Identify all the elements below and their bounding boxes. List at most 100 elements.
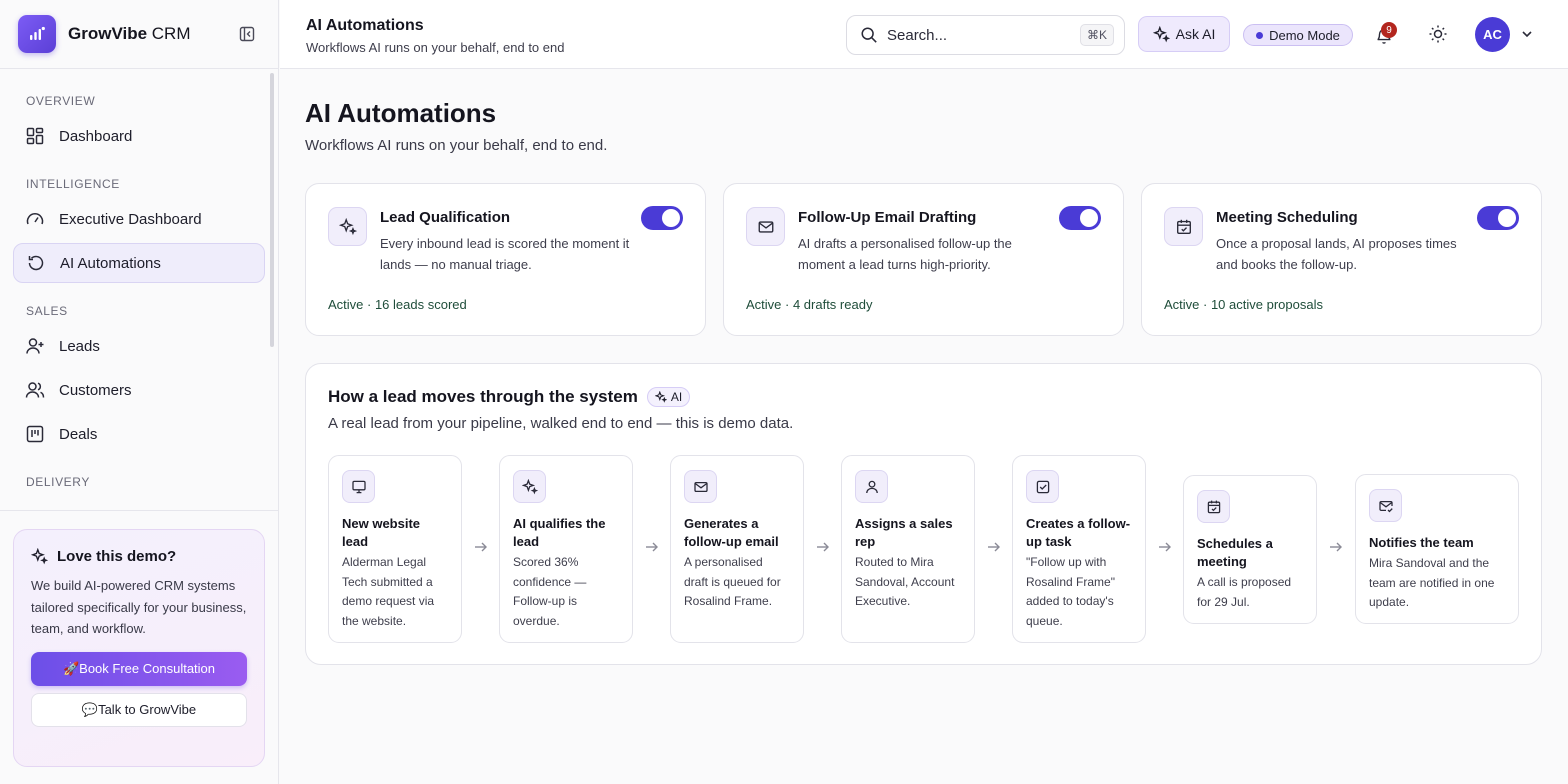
flow-step-follow-up-email: Generates a follow-up email A personalis… — [670, 455, 804, 643]
kanban-icon — [26, 425, 44, 443]
brand-logo[interactable] — [18, 15, 56, 53]
flow-subtitle: A real lead from your pipeline, walked e… — [328, 415, 794, 432]
nav-section-label: DELIVERY — [26, 475, 90, 489]
header-title: AI Automations — [306, 17, 424, 34]
sidebar-item-label: Dashboard — [59, 127, 133, 145]
flow-step-ai-qualifies: AI qualifies the lead Scored 36% confide… — [499, 455, 633, 643]
search-icon — [861, 27, 877, 43]
refresh-icon — [28, 255, 44, 271]
step-title: Schedules a meeting — [1197, 536, 1273, 569]
card-icon — [1164, 207, 1203, 246]
sidebar-item-deals[interactable]: Deals — [13, 414, 265, 454]
theme-toggle-button[interactable] — [1428, 24, 1450, 46]
card-title: Follow-Up Email Drafting — [798, 209, 977, 226]
arrow-right-icon — [1159, 542, 1171, 552]
gauge-icon — [26, 213, 44, 225]
bar-chart-icon — [30, 26, 45, 40]
sidebar-nav: OVERVIEW Dashboard INTELLIGENCE Executiv… — [0, 69, 278, 511]
card-title: Meeting Scheduling — [1216, 209, 1358, 226]
ai-badge: AI — [646, 387, 691, 407]
collapse-sidebar-button[interactable] — [234, 21, 260, 47]
step-description: "Follow up with Rosalind Frame" added to… — [1026, 555, 1115, 628]
book-consultation-button[interactable]: 🚀Book Free Consultation — [31, 651, 247, 686]
search-input[interactable]: Search... ⌘K — [846, 15, 1125, 55]
sidebar-item-label: Customers — [59, 381, 132, 399]
header-subtitle: Workflows AI runs on your behalf, end to… — [306, 40, 565, 55]
step-description: Routed to Mira Sandoval, Account Executi… — [855, 555, 955, 608]
sparkles-icon — [338, 217, 357, 235]
promo-card: Love this demo? We build AI-powered CRM … — [13, 529, 265, 767]
sun-icon — [1429, 25, 1447, 43]
step-title: Generates a follow-up email — [684, 516, 779, 549]
ask-ai-button[interactable]: Ask AI — [1138, 16, 1230, 52]
automation-toggle[interactable] — [1477, 206, 1519, 230]
nav-section-label: INTELLIGENCE — [26, 177, 120, 191]
step-description: A personalised draft is queued for Rosal… — [684, 555, 781, 608]
sidebar-item-executive-dashboard[interactable]: Executive Dashboard — [13, 199, 265, 239]
grid-icon — [26, 127, 44, 145]
automation-card-lead-qualification: Lead Qualification Every inbound lead is… — [305, 183, 706, 336]
sparkles-icon — [31, 548, 48, 565]
flow-title: How a lead moves through the system AI — [328, 387, 691, 407]
brand-name: GrowVibe CRM — [68, 24, 191, 43]
divider — [0, 510, 278, 511]
sidebar-item-label: Executive Dashboard — [59, 210, 202, 228]
automation-card-follow-up-email: Follow-Up Email Drafting AI drafts a per… — [723, 183, 1124, 336]
lead-flow-card: How a lead moves through the system AI A… — [305, 363, 1542, 665]
sidebar: GrowVibe CRM OVERVIEW Dashboard INTELLIG… — [0, 0, 279, 784]
users-icon — [25, 382, 45, 398]
flow-step-notify-team: Notifies the team Mira Sandoval and the … — [1355, 474, 1519, 624]
panel-left-icon — [239, 26, 255, 42]
flow-step-assign-rep: Assigns a sales rep Routed to Mira Sando… — [841, 455, 975, 643]
sidebar-item-customers[interactable]: Customers — [13, 370, 265, 410]
monitor-icon — [351, 480, 366, 493]
step-icon — [684, 470, 717, 503]
avatar[interactable]: AC — [1475, 17, 1510, 52]
promo-text: We build AI-powered CRM systems tailored… — [31, 578, 247, 636]
mail-check-icon — [1378, 500, 1393, 512]
step-description: Scored 36% confidence — Follow-up is ove… — [513, 555, 587, 628]
chevron-down-icon[interactable] — [1520, 27, 1534, 41]
sidebar-item-leads[interactable]: Leads — [13, 326, 265, 366]
arrow-right-icon — [475, 542, 487, 552]
sidebar-item-dashboard[interactable]: Dashboard — [13, 116, 265, 156]
card-status: Active · 16 leads scored — [328, 297, 467, 312]
sidebar-item-ai-automations[interactable]: AI Automations — [13, 243, 265, 283]
nav-section-label: SALES — [26, 304, 68, 318]
nav-section-label: OVERVIEW — [26, 94, 96, 108]
arrow-right-icon — [988, 542, 1000, 552]
step-description: Mira Sandoval and the team are notified … — [1369, 556, 1495, 609]
sidebar-scrollbar[interactable] — [270, 73, 274, 347]
automation-toggle[interactable] — [641, 206, 683, 230]
check-square-icon — [1036, 480, 1049, 493]
step-icon — [1026, 470, 1059, 503]
card-description: AI drafts a personalised follow-up the m… — [798, 236, 1012, 272]
automation-toggle[interactable] — [1059, 206, 1101, 230]
search-shortcut: ⌘K — [1079, 24, 1114, 46]
page-subtitle: Workflows AI runs on your behalf, end to… — [305, 137, 608, 154]
arrow-right-icon — [817, 542, 829, 552]
sidebar-item-label: Leads — [59, 337, 100, 355]
step-icon — [1197, 490, 1230, 523]
arrow-right-icon — [646, 542, 658, 552]
step-title: Creates a follow-up task — [1026, 516, 1131, 549]
step-title: New website lead — [342, 516, 421, 549]
sidebar-item-label: AI Automations — [60, 254, 161, 272]
search-placeholder: Search... — [887, 26, 948, 44]
step-title: AI qualifies the lead — [513, 516, 606, 549]
sparkles-icon — [1152, 25, 1170, 42]
promo-title: Love this demo? — [31, 548, 247, 565]
brand-bar: GrowVibe CRM — [0, 0, 278, 69]
calendar-check-icon — [1207, 500, 1220, 513]
step-description: A call is proposed for 29 Jul. — [1197, 575, 1292, 609]
demo-mode-badge[interactable]: Demo Mode — [1243, 24, 1353, 46]
flow-step-new-lead: New website lead Alderman Legal Tech sub… — [328, 455, 462, 643]
flow-step-schedule-meeting: Schedules a meeting A call is proposed f… — [1183, 475, 1317, 624]
automation-card-meeting-scheduling: Meeting Scheduling Once a proposal lands… — [1141, 183, 1542, 336]
card-status: Active · 10 active proposals — [1164, 297, 1323, 312]
step-icon — [342, 470, 375, 503]
mail-icon — [758, 220, 773, 233]
status-dot — [1256, 31, 1264, 39]
arrow-right-icon — [1330, 542, 1342, 552]
talk-to-growvibe-button[interactable]: 💬Talk to GrowVibe — [31, 692, 247, 727]
